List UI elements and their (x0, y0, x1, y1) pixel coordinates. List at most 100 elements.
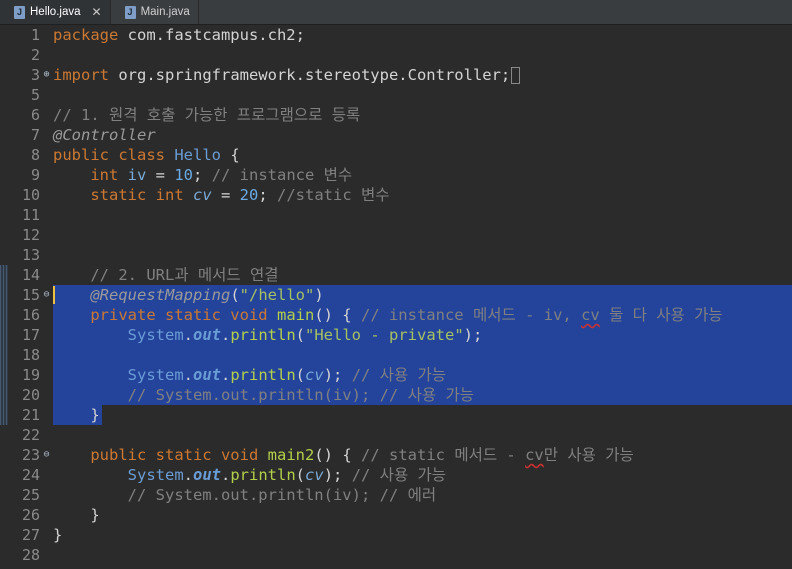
code-line[interactable]: 2 (0, 45, 792, 65)
fold-toggle-icon (40, 465, 53, 485)
fold-toggle-icon (40, 25, 53, 45)
code-line[interactable]: 27} (0, 525, 792, 545)
code-line[interactable]: 13 (0, 245, 792, 265)
code-line[interactable]: 12 (0, 225, 792, 245)
code-line[interactable]: 15 ⊖ @RequestMapping("/hello") (0, 285, 792, 305)
gutter-marker (0, 505, 8, 525)
code-text: int iv = 10; // instance 변수 (90, 166, 353, 184)
line-number: 8 (30, 146, 40, 164)
gutter-marker (0, 385, 8, 405)
code-line[interactable]: 24 System.out.println(cv); // 사용 가능 (0, 465, 792, 485)
code-text: static int cv = 20; //static 변수 (90, 186, 390, 204)
code-text: // System.out.println(iv); // 에러 (127, 486, 437, 504)
gutter-marker (0, 65, 8, 85)
tab-main-java[interactable]: J Main.java (111, 0, 199, 24)
fold-toggle-icon (40, 485, 53, 505)
code-line[interactable]: 21 } (0, 405, 792, 425)
code-line[interactable]: 18 (0, 345, 792, 365)
fold-toggle-icon[interactable]: ⊕ (40, 65, 53, 85)
gutter-marker (0, 325, 8, 345)
code-editor[interactable]: 1 package com.fastcampus.ch2; 2 3 ⊕ import o… (0, 25, 792, 569)
code-line[interactable]: 10 static int cv = 20; //static 변수 (0, 185, 792, 205)
code-line[interactable]: 22 (0, 425, 792, 445)
fold-toggle-icon (40, 225, 53, 245)
gutter-marker (0, 25, 8, 45)
code-line[interactable]: 3 ⊕ import org.springframework.stereotype.… (0, 65, 792, 85)
code-line[interactable]: 1 package com.fastcampus.ch2; (0, 25, 792, 45)
fold-toggle-icon (40, 185, 53, 205)
gutter-marker (0, 205, 8, 225)
fold-toggle-icon (40, 405, 53, 425)
code-line[interactable]: 14 // 2. URL과 메서드 연결 (0, 265, 792, 285)
fold-toggle-icon[interactable]: ⊖ (40, 285, 53, 305)
selection-highlight (53, 345, 792, 365)
code-line[interactable]: 19 System.out.println(cv); // 사용 가능 (0, 365, 792, 385)
code-text: } (53, 406, 100, 424)
line-number: 16 (21, 306, 40, 324)
fold-toggle-icon (40, 505, 53, 525)
gutter-marker (0, 185, 8, 205)
code-line[interactable]: 6 // 1. 원격 호출 가능한 프로그램으로 등록 (0, 105, 792, 125)
fold-toggle-icon (40, 145, 53, 165)
code-text: // 1. 원격 호출 가능한 프로그램으로 등록 (53, 106, 361, 124)
text-cursor (53, 286, 55, 304)
java-file-icon: J (14, 5, 25, 19)
gutter-marker (0, 45, 8, 65)
code-text: } (53, 526, 63, 544)
tab-hello-java[interactable]: J Hello.java ✕ (0, 0, 111, 24)
line-number: 13 (21, 246, 40, 264)
line-number: 27 (21, 526, 40, 544)
line-number: 3 (30, 66, 40, 84)
gutter-marker (0, 265, 8, 285)
code-line[interactable]: 17 System.out.println("Hello - private")… (0, 325, 792, 345)
gutter-marker (0, 405, 8, 425)
gutter-marker (0, 365, 8, 385)
code-text: System.out.println(cv); // 사용 가능 (127, 366, 447, 384)
code-line[interactable]: 8 public class Hello { (0, 145, 792, 165)
code-text: @RequestMapping("/hello") (90, 286, 324, 304)
line-number: 7 (30, 126, 40, 144)
line-number: 20 (21, 386, 40, 404)
fold-toggle-icon (40, 545, 53, 565)
code-line[interactable]: 5 (0, 85, 792, 105)
gutter-marker (0, 525, 8, 545)
fold-toggle-icon (40, 305, 53, 325)
fold-toggle-icon[interactable]: ⊖ (40, 445, 53, 465)
code-line[interactable]: 25 // System.out.println(iv); // 에러 (0, 485, 792, 505)
gutter-marker (0, 545, 8, 565)
line-number: 19 (21, 366, 40, 384)
code-line[interactable]: 7 @Controller (0, 125, 792, 145)
code-line[interactable]: 23 ⊖ public static void main2() { // stat… (0, 445, 792, 465)
editor-tab-bar: J Hello.java ✕ J Main.java (0, 0, 792, 25)
fold-toggle-icon (40, 325, 53, 345)
line-number: 12 (21, 226, 40, 244)
code-line[interactable]: 28 (0, 545, 792, 565)
fold-toggle-icon (40, 345, 53, 365)
close-icon[interactable]: ✕ (92, 5, 102, 19)
fold-toggle-icon (40, 205, 53, 225)
code-line[interactable]: 9 int iv = 10; // instance 변수 (0, 165, 792, 185)
gutter-marker (0, 145, 8, 165)
line-number: 11 (21, 206, 40, 224)
gutter-marker (0, 445, 8, 465)
code-line[interactable]: 26 } (0, 505, 792, 525)
line-number: 5 (30, 86, 40, 104)
gutter-marker (0, 305, 8, 325)
fold-toggle-icon (40, 265, 53, 285)
code-line[interactable]: 16 private static void main() { // insta… (0, 305, 792, 325)
line-number: 17 (21, 326, 40, 344)
line-number: 9 (30, 166, 40, 184)
fold-toggle-icon (40, 425, 53, 445)
gutter-marker (0, 85, 8, 105)
code-text: // 2. URL과 메서드 연결 (90, 266, 279, 284)
code-text: // System.out.println(iv); // 사용 가능 (127, 386, 474, 404)
code-line[interactable]: 20 // System.out.println(iv); // 사용 가능 (0, 385, 792, 405)
code-line[interactable]: 11 (0, 205, 792, 225)
code-text: package com.fastcampus.ch2; (53, 26, 305, 44)
fold-toggle-icon (40, 245, 53, 265)
code-text: @Controller (53, 126, 156, 144)
gutter-marker (0, 285, 8, 305)
